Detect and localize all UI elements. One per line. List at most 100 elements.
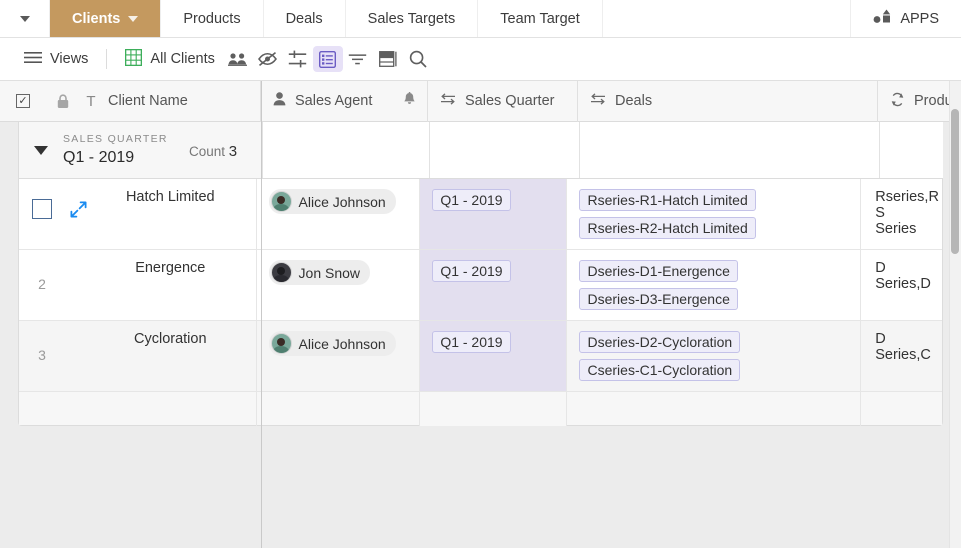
cell-sales-quarter[interactable]: Q1 - 2019 [420,179,568,249]
expand-record-button[interactable] [65,179,91,222]
client-name-value: Energence [135,260,206,276]
column-header-sales-quarter-label: Sales Quarter [465,93,555,109]
deal-chip[interactable]: Cseries-C1-Cycloration [579,359,741,381]
cell-client-name[interactable]: 2 Energence [19,250,257,320]
group-header-q1-2019[interactable]: SALES QUARTER Q1 - 2019 Count 3 [19,122,943,178]
group-collapse-toggle[interactable] [19,145,63,155]
hide-fields-eye-slash-icon[interactable] [253,46,283,72]
agent-chip[interactable]: Jon Snow [268,260,371,285]
group-header-cell-quarter [429,122,579,178]
column-header-sales-agent[interactable]: Sales Agent [261,80,428,122]
group-rows-icon[interactable] [373,46,403,72]
text-type-icon: T [86,92,96,110]
quarter-chip[interactable]: Q1 - 2019 [432,189,511,211]
tab-team-target[interactable]: Team Target [478,0,603,37]
deal-chip[interactable]: Rseries-R1-Hatch Limited [579,189,756,211]
row-select-checkbox[interactable] [19,179,65,219]
module-tab-bar: Clients Products Deals Sales Targets Tea… [0,0,961,38]
deal-chip-list: Dseries-D2-Cycloration Cseries-C1-Cyclor… [579,331,848,387]
link-two-way-icon [590,93,606,109]
search-icon[interactable] [403,46,433,72]
deal-chip[interactable]: Dseries-D1-Energence [579,260,738,282]
cell-sales-quarter[interactable]: Q1 - 2019 [420,250,568,320]
bell-icon [403,91,416,111]
tab-bar-spacer [603,0,852,37]
vertical-scrollbar[interactable] [949,81,961,548]
add-record-cell-quarter [420,392,568,426]
sync-rollup-icon [890,92,905,111]
chevron-down-icon [128,15,139,22]
views-label: Views [50,51,89,67]
cell-deals[interactable]: Rseries-R1-Hatch Limited Rseries-R2-Hatc… [567,179,862,249]
column-header-sales-quarter[interactable]: Sales Quarter [428,80,578,122]
group-count-label: Count [189,144,226,159]
tab-clients-label: Clients [72,10,121,27]
current-view-button[interactable]: All Clients [117,44,222,74]
cell-sales-agent[interactable]: Alice Johnson [257,321,421,391]
add-record-cell-name[interactable] [19,392,257,426]
cell-product[interactable]: D Series,D [861,250,942,320]
quarter-chip[interactable]: Q1 - 2019 [432,260,511,282]
column-header-deals[interactable]: Deals [578,80,878,122]
tab-sales-targets-label: Sales Targets [367,10,456,27]
product-value: Rseries,R S Series [875,189,939,237]
table-row[interactable]: Hatch Limited Alice Johnson Q1 - 2019 Rs… [19,178,942,249]
cell-sales-agent[interactable]: Jon Snow [257,250,421,320]
group-q1-2019: SALES QUARTER Q1 - 2019 Count 3 Hatch Li… [18,122,943,426]
table-row[interactable]: 3 Cycloration Alice Johnson Q1 - 2019 Ds… [19,320,942,391]
tab-deals[interactable]: Deals [264,0,346,37]
agent-name: Alice Johnson [298,193,386,210]
cell-sales-quarter[interactable]: Q1 - 2019 [420,321,568,391]
cell-deals[interactable]: Dseries-D1-Energence Dseries-D3-Energenc… [567,250,862,320]
apps-button[interactable]: APPS [851,0,961,37]
cell-client-name[interactable]: 3 Cycloration [19,321,257,391]
group-header-cell-deals [579,122,879,178]
add-record-cell-deals [567,392,862,426]
view-toolbar: Views All Clients [0,38,961,81]
add-record-row[interactable] [19,391,942,426]
group-separator [0,518,961,548]
select-all-checkbox[interactable]: ✓ [0,94,46,108]
cell-sales-agent[interactable]: Alice Johnson [257,179,421,249]
tab-products-label: Products [183,10,241,27]
settings-sliders-icon[interactable] [283,46,313,72]
views-button[interactable]: Views [16,44,96,74]
apps-label: APPS [900,10,939,27]
tab-deals-label: Deals [285,10,323,27]
toolbar-divider [106,49,108,69]
tab-sales-targets[interactable]: Sales Targets [346,0,479,37]
cell-client-name[interactable]: Hatch Limited [19,179,257,249]
table-row[interactable]: 2 Energence Jon Snow Q1 - 2019 Dseries-D… [19,249,942,320]
apps-shapes-icon [873,9,892,28]
group-count-value: 3 [228,143,238,160]
group-value: Q1 - 2019 [63,149,135,166]
tab-bar-chevron-button[interactable] [0,0,50,37]
cell-product[interactable]: D Series,C [861,321,942,391]
group-header-cell-agent [262,122,429,178]
current-view-label: All Clients [150,51,215,67]
tab-clients[interactable]: Clients [50,0,162,37]
deal-chip-list: Dseries-D1-Energence Dseries-D3-Energenc… [579,260,848,316]
group-header-text: SALES QUARTER Q1 - 2019 [63,132,168,168]
deal-chip[interactable]: Dseries-D3-Energence [579,288,738,310]
expand-record-placeholder [65,321,91,343]
vertical-scrollbar-thumb[interactable] [951,109,959,254]
row-height-list-icon[interactable] [312,46,343,72]
agent-chip[interactable]: Alice Johnson [268,331,396,356]
deal-chip[interactable]: Rseries-R2-Hatch Limited [579,217,756,239]
add-record-cell-product [861,392,942,426]
tab-products[interactable]: Products [161,0,264,37]
product-value: D Series,C [875,331,931,363]
collaborators-icon[interactable] [223,46,253,72]
filter-icon[interactable] [343,46,373,72]
deal-chip[interactable]: Dseries-D2-Cycloration [579,331,741,353]
quarter-chip[interactable]: Q1 - 2019 [432,331,511,353]
group-count: Count 3 [189,143,237,160]
tab-team-target-label: Team Target [500,10,580,27]
agent-chip[interactable]: Alice Johnson [268,189,396,214]
product-value: D Series,D [875,260,931,292]
expand-diagonal-icon [70,201,87,222]
cell-deals[interactable]: Dseries-D2-Cycloration Cseries-C1-Cyclor… [567,321,862,391]
cell-product[interactable]: Rseries,R S Series [861,179,942,249]
column-header-client-name[interactable]: ✓ T Client Name [0,80,261,122]
